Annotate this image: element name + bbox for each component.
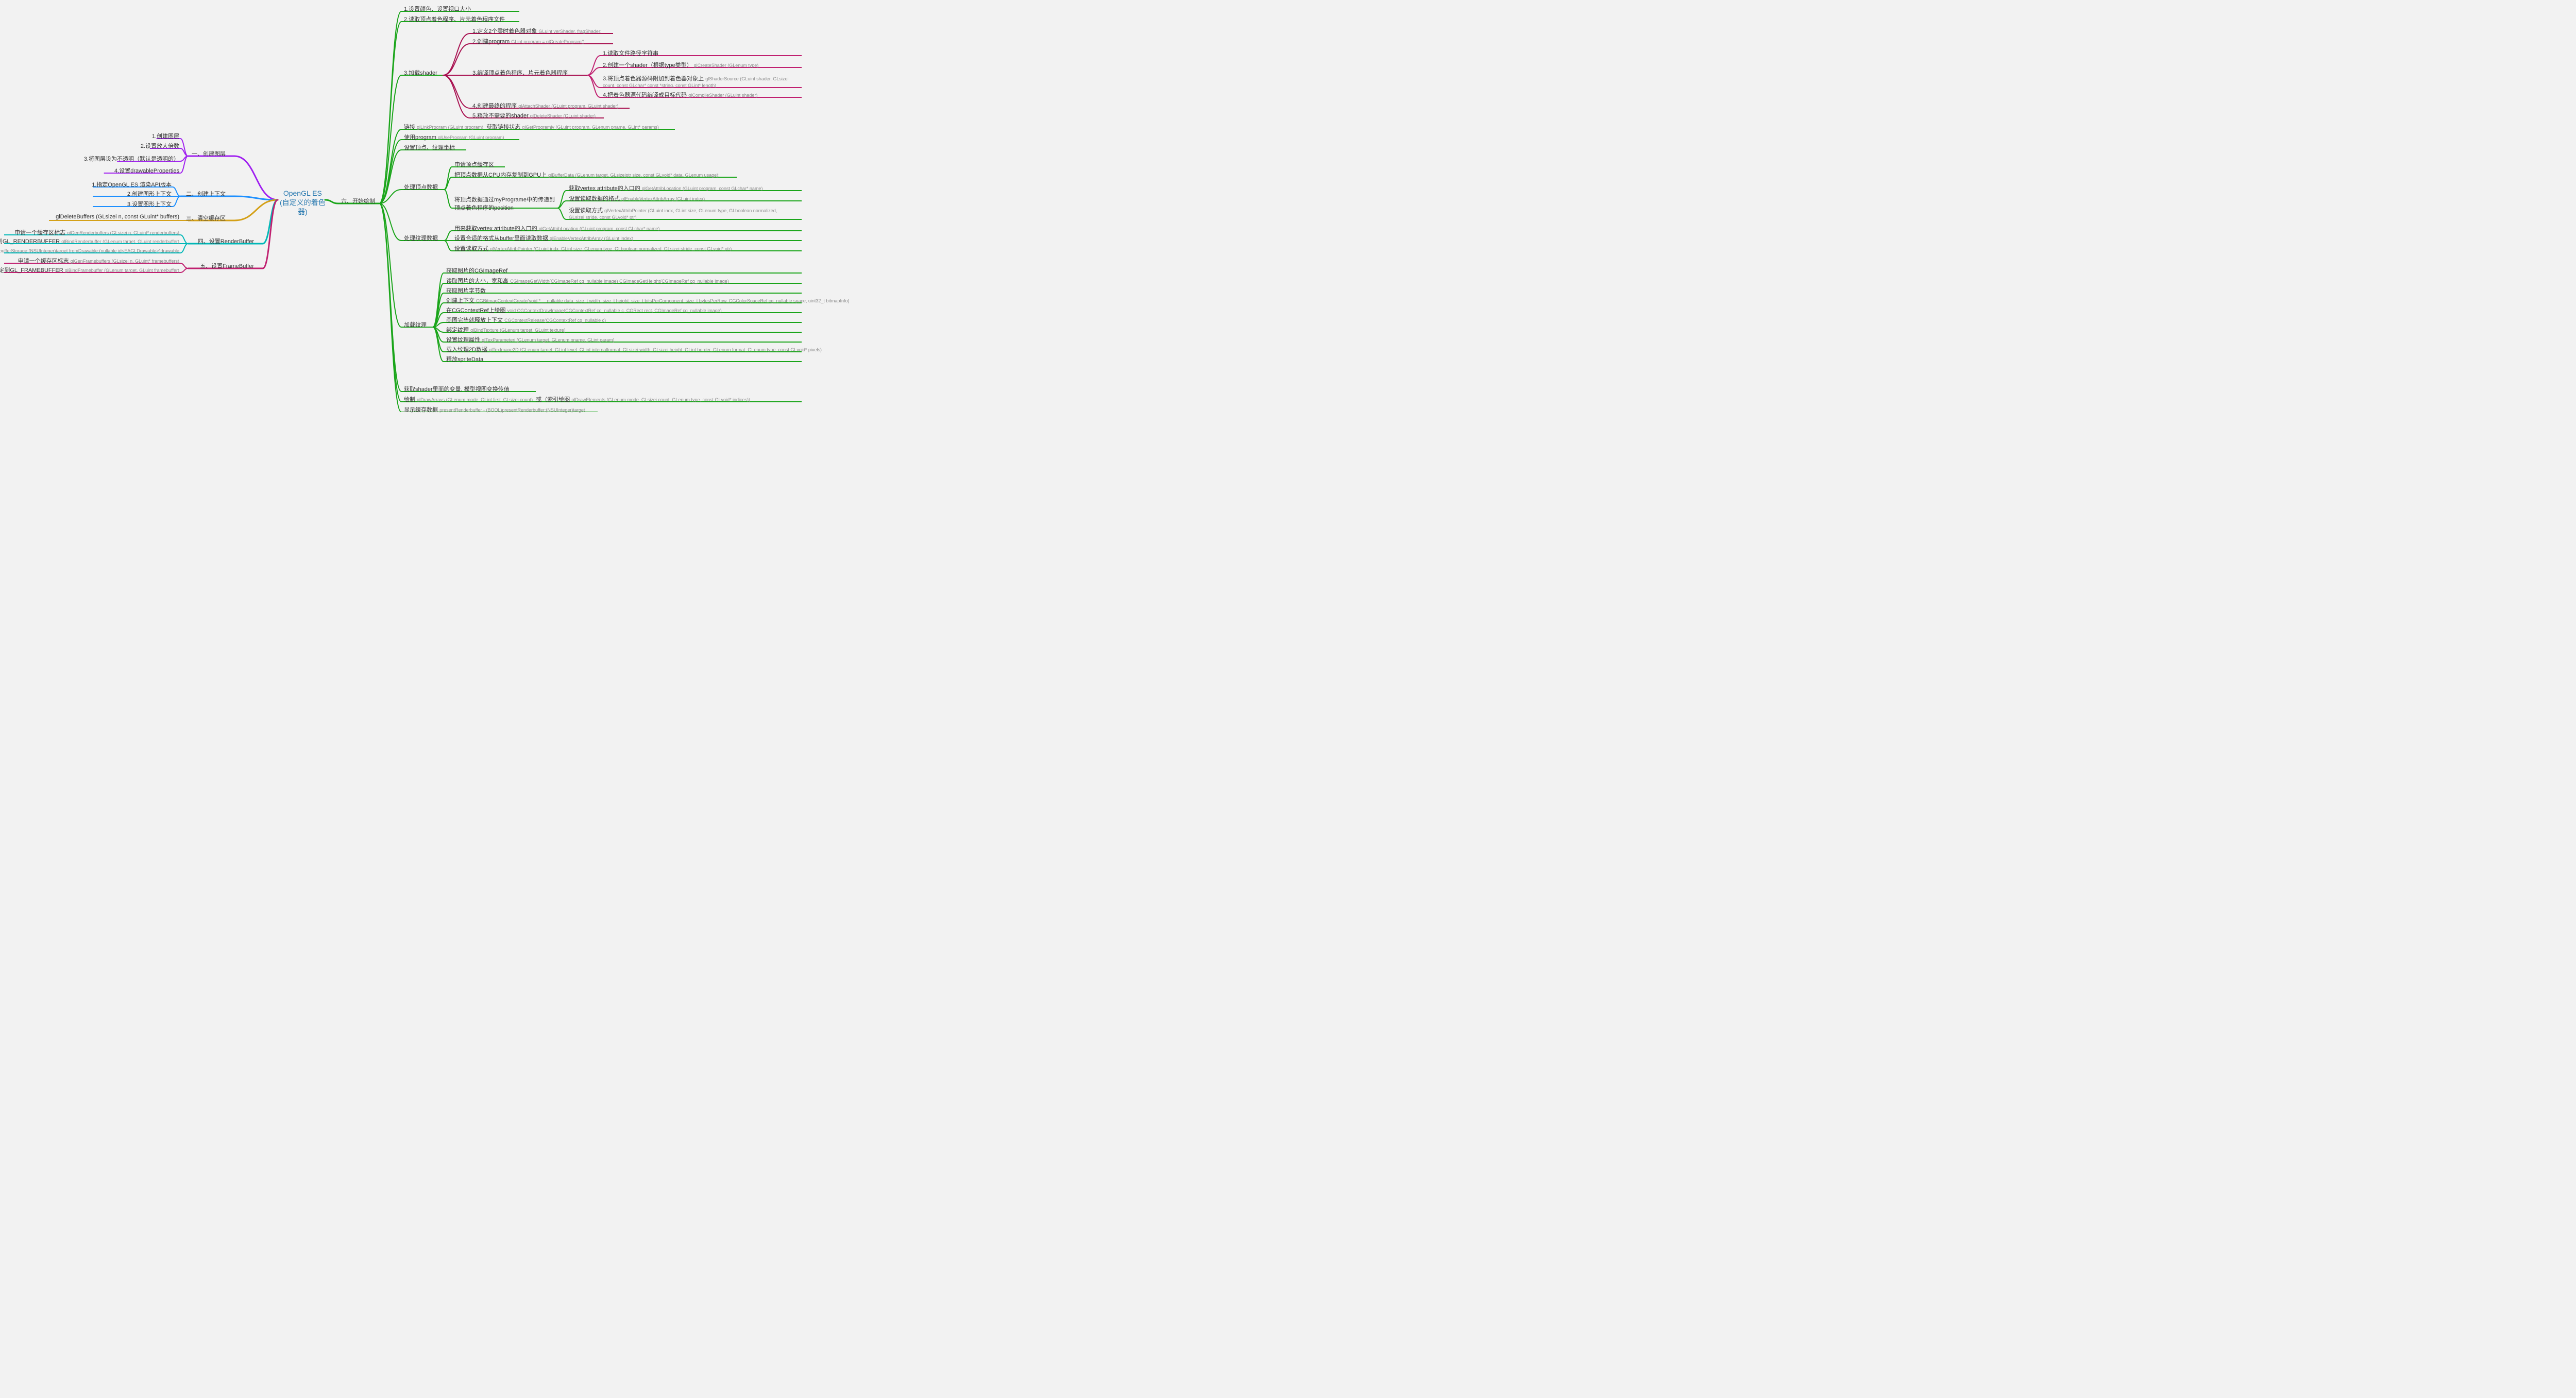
r7-i3: 将顶点数据通过myPrograme中的传递到顶点着色程序的position	[453, 195, 556, 212]
r9-item: 获取图片的CGImageRef	[445, 266, 509, 275]
r7-i3-item: 获取vertex attribute的入口的 glGetAttribLocati…	[568, 183, 764, 193]
r3-s3-item: 1.读取文件路径字符串	[602, 48, 659, 58]
r9-item: 读取图片的大小，宽和高 CGImageGetWidth(CGImageRef c…	[445, 276, 730, 285]
left-b2-item: 1.指定OpenGL ES 渲染API版本	[91, 180, 173, 189]
r9-item: 获取图片字节数	[445, 286, 487, 295]
r3-s5: 5.释放不需要的shader glDeleteShader (GLuint sh…	[471, 111, 597, 120]
left-b3-item: glDeleteBuffers (GLsizei n, const GLuint…	[55, 213, 180, 220]
r3-s3-item: 4.把着色器源代码编译成目标代码 glCompileShader (GLuint…	[602, 90, 758, 99]
left-b4-item: 将标识符绑定到GL_RENDERBUFFER glBindRenderbuffe…	[0, 236, 180, 246]
left-b5-item: 将标识符绑定到GL_FRAMEBUFFER glBindFramebuffer …	[0, 265, 180, 275]
left-b4-item: 申请一个缓存区标志 glGenRenderbuffers (GLsizei n,…	[13, 228, 180, 237]
r3-s3-item: 3.将顶点着色器源码附加到着色器对象上 glShaderSource (GLui…	[602, 74, 798, 89]
r8-item: 设置合适的格式从buffer里面读取数据 glEnableVertexAttri…	[453, 233, 634, 243]
r9-item: 释放spriteData	[445, 354, 484, 364]
r9-item: 在CGContextRef上绘图 void CGContextDrawImage…	[445, 305, 723, 315]
r7-i3-item: 设置读取方式 glVertexAttribPointer (GLuint ind…	[568, 206, 794, 221]
r7: 处理顶点数据	[403, 182, 439, 192]
root-node: OpenGL ES(自定义的着色器)	[280, 189, 326, 217]
r7-i1: 申请顶点缓存区	[453, 160, 495, 169]
left-b2-item: 3.设置图形上下文	[126, 199, 173, 209]
r2: 2.读取顶点着色程序、片元着色程序文件	[403, 14, 506, 24]
left-b1-item: 3.将图层设为不透明（默认是透明的）	[83, 154, 180, 163]
r9-item: 创建上下文 CGBitmapContextCreate(void * __nul…	[445, 296, 850, 305]
left-b3: 三、清空缓存区	[185, 213, 227, 223]
r9-item: 设置纹理属性 glTexParameteri (GLenum target, G…	[445, 335, 616, 344]
left-b1-item: 4.设置drawableProperties	[113, 166, 180, 175]
left-b2: 二、创建上下文	[185, 189, 227, 198]
r8: 处理纹理数据	[403, 233, 439, 243]
r9-item: 载入纹理2D数据 glTexImage2D (GLenum target, GL…	[445, 345, 823, 354]
r3: 3.加载shader	[403, 68, 438, 77]
left-b5-item: 申请一个缓存区标志 glGenFramebuffers (GLsizei n, …	[17, 256, 180, 265]
r3-s1: 1.定义2个零时着色器对象 GLuint verShader, fragShad…	[471, 26, 602, 36]
left-b1-item: 1.创建图层	[151, 131, 180, 141]
r9-item: 画图完毕就释放上下文 CGContextRelease(CGContextRef…	[445, 315, 607, 325]
r9-item: 绑定纹理 glBindTexture (GLenum target, GLuin…	[445, 325, 567, 334]
r7-i3-item: 设置读取数据的格式 glEnableVertexAttribArray (GLu…	[568, 194, 706, 203]
left-b2-item: 2.创建图形上下文	[126, 189, 173, 198]
left-b1-item: 2.设置放大倍数	[140, 141, 180, 150]
right-main: 六、开始绘制	[340, 196, 376, 206]
r1: 1.设置颜色、设置视口大小	[403, 4, 472, 13]
r3-s2: 2.创建program GLint program = glCreateProg…	[471, 37, 587, 46]
r5: 使用program glUseProgram (GLuint program)	[403, 132, 505, 142]
left-b4: 四、设置RenderBuffer	[197, 236, 255, 246]
r10: 获取shader里面的变量, 模型视图变换传值	[403, 384, 511, 394]
r7-i2: 把顶点数据从CPU内存复制到GPU上 glBufferData (GLenum …	[453, 170, 721, 179]
r9: 加载纹理	[403, 320, 428, 329]
r8-item: 用来获取vertex attribute的入口的 glGetAttribLoca…	[453, 224, 660, 233]
r11: 绘制 glDrawArrays (GLenum mode, GLint firs…	[403, 395, 751, 404]
r8-item: 设置读取方式 glVertexAttribPointer (GLuint ind…	[453, 244, 733, 253]
left-b1: 一、创建图层	[191, 149, 227, 158]
r4: 链接 glLinkProgram (GLuint program) 获取链接状态…	[403, 122, 660, 131]
left-b4-item: 分配存储空间 renderbufferStorage:(NSUInteger)t…	[0, 246, 180, 255]
r3-s3-item: 2.创建一个shader（根据type类型） glCreateShader (G…	[602, 60, 759, 70]
r3-s4: 4.创建最终的程序 glAttachShader (GLuint program…	[471, 101, 619, 110]
r12: 显示缓存数据 presentRenderbuffer - (BOOL)prese…	[403, 405, 586, 414]
r6: 设置顶点、纹理坐标	[403, 143, 456, 152]
left-b5: 五、设置FrameBuffer	[199, 261, 255, 270]
r3-s3: 3.编译顶点着色程序、片元着色器程序	[471, 68, 569, 77]
